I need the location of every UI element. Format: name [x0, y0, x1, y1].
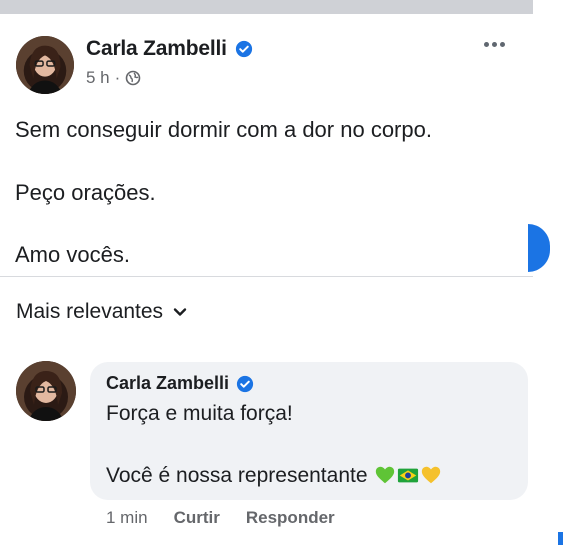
comment-header: Carla Zambelli	[106, 373, 254, 394]
facebook-post-view: Carla Zambelli 5 h · Sem conseguir dormi…	[0, 0, 563, 545]
meta-separator: ·	[114, 68, 121, 87]
comments-sort-dropdown[interactable]: Mais relevantes	[16, 300, 187, 324]
post-header: Carla Zambelli	[86, 37, 253, 61]
top-divider-strip	[0, 0, 533, 14]
comment-text-line: Você é nossa representante	[106, 464, 442, 488]
dot-icon	[499, 41, 505, 47]
divider	[0, 276, 533, 277]
green-heart-icon	[374, 464, 396, 486]
avatar[interactable]	[16, 36, 74, 94]
dot-icon	[491, 41, 497, 47]
comment-avatar[interactable]	[16, 361, 76, 421]
comment-timestamp[interactable]: 1 min	[106, 508, 148, 528]
comment-text: Você é nossa representante	[106, 464, 368, 487]
comment-author-name[interactable]: Carla Zambelli	[106, 373, 229, 394]
post-meta: 5 h ·	[86, 68, 141, 88]
emoji-group	[374, 464, 442, 486]
post-timestamp[interactable]: 5 h	[86, 68, 110, 88]
comment-bubble: Carla Zambelli Força e muita força! Você…	[90, 362, 528, 500]
chevron-down-icon	[173, 305, 187, 319]
reply-comment-button[interactable]: Responder	[246, 508, 335, 528]
post-text-line: Amo vocês.	[15, 242, 130, 267]
comment-actions: 1 min Curtir Responder	[106, 508, 335, 528]
post-author-name[interactable]: Carla Zambelli	[86, 37, 227, 61]
dot-icon	[483, 41, 489, 47]
yellow-heart-icon	[420, 464, 442, 486]
post-text-line: Peço orações.	[15, 180, 156, 205]
side-scroll-tab[interactable]	[528, 224, 550, 272]
globe-icon[interactable]	[125, 70, 141, 86]
sort-label: Mais relevantes	[16, 300, 164, 323]
brazil-flag-icon	[397, 464, 419, 486]
more-options-button[interactable]	[478, 30, 510, 58]
post-text-line: Sem conseguir dormir com a dor no corpo.	[15, 117, 432, 142]
comment-text-line: Força e muita força!	[106, 402, 293, 425]
verified-badge-icon	[235, 40, 253, 58]
verified-badge-icon	[236, 375, 254, 393]
edge-indicator	[558, 532, 563, 545]
like-comment-button[interactable]: Curtir	[174, 508, 220, 528]
